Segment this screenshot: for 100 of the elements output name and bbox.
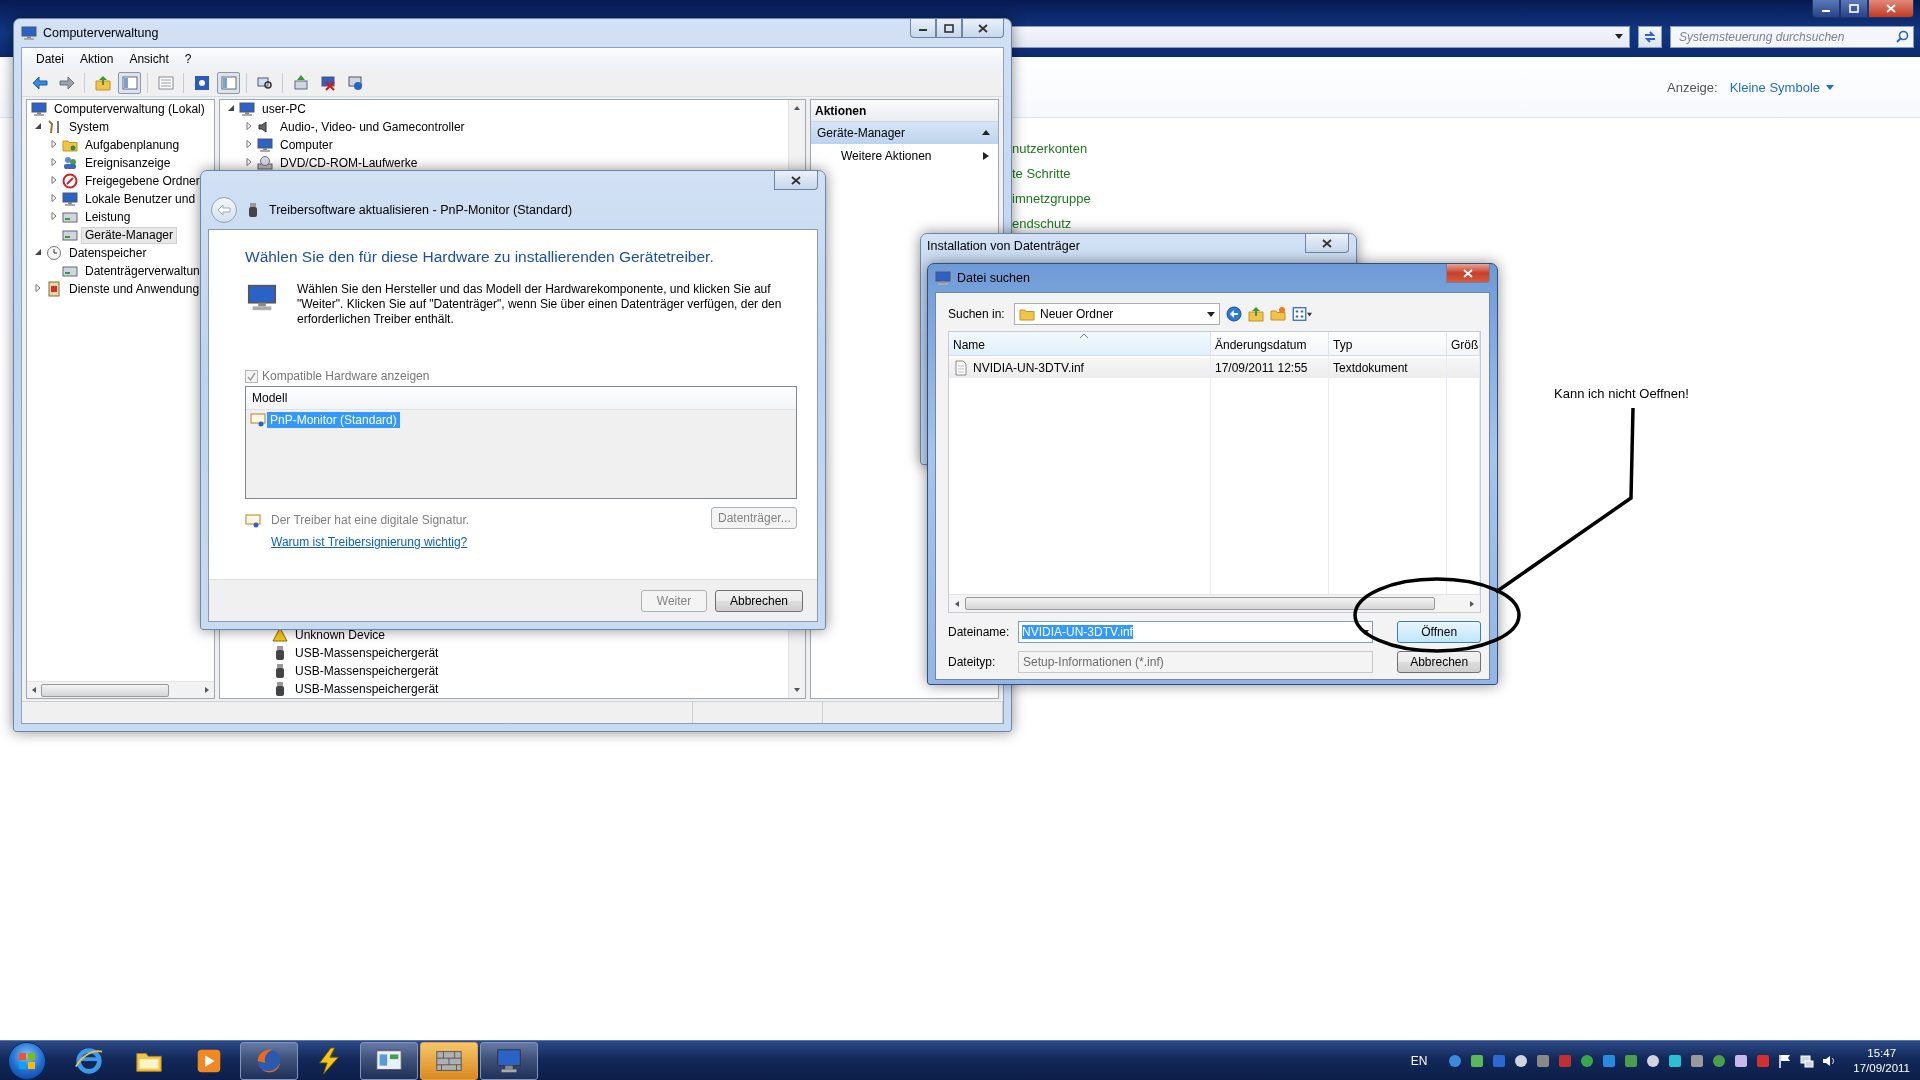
tree-item[interactable]: USB-Massenspeichergerät [291, 644, 443, 662]
dropdown-arrow-icon[interactable] [1615, 34, 1623, 39]
look-in-dropdown[interactable]: Neuer Ordner [1014, 303, 1220, 325]
tree-item[interactable]: Datenträgerverwaltun [81, 262, 204, 280]
tray-icon[interactable] [1601, 1052, 1618, 1069]
menu-item[interactable]: ? [176, 51, 200, 66]
maximize-button[interactable] [936, 19, 962, 38]
close-icon [1886, 4, 1896, 13]
back-arrow-icon [31, 74, 48, 91]
collapse-arrow-icon[interactable] [226, 103, 236, 113]
minimize-button[interactable] [1812, 0, 1840, 18]
menu-item[interactable]: Aktion [72, 51, 122, 66]
close-button[interactable] [1868, 0, 1914, 18]
close-button[interactable] [962, 19, 1004, 38]
collapse-arrow-icon[interactable] [33, 121, 43, 131]
tree-item[interactable]: USB-Massenspeichergerät [291, 680, 443, 698]
close-button[interactable] [774, 171, 818, 190]
scrollbar-thumb[interactable] [965, 597, 1435, 610]
tray-icon[interactable] [1667, 1052, 1684, 1069]
expand-arrow-icon[interactable] [33, 283, 43, 293]
minimize-button[interactable] [910, 19, 936, 38]
close-icon [1463, 268, 1473, 278]
language-indicator[interactable]: EN [1410, 1053, 1428, 1068]
column-header[interactable]: Größ [1447, 332, 1480, 356]
category-link[interactable]: imnetzgruppe [1012, 191, 1920, 207]
tray-icon[interactable] [1447, 1052, 1464, 1069]
scroll-arrow-icon[interactable] [953, 599, 961, 608]
forward-arrow-icon [58, 74, 75, 91]
filetype-dropdown[interactable]: Setup-Informationen (*.inf) [1018, 651, 1374, 673]
column-header[interactable]: Name [949, 332, 1211, 356]
tray-icon[interactable] [1623, 1052, 1640, 1069]
filename-label: Dateiname: [948, 625, 1010, 639]
computer-icon [62, 191, 78, 207]
close-button[interactable] [1305, 234, 1349, 253]
scan-icon [256, 74, 273, 91]
wizard-title: Treibersoftware aktualisieren - PnP-Monitor (Standard) [269, 203, 573, 217]
scroll-arrow-icon[interactable] [793, 686, 801, 694]
collapse-arrow-icon[interactable] [33, 247, 43, 257]
tray-icon[interactable] [1733, 1052, 1750, 1069]
scroll-arrow-icon[interactable] [1468, 599, 1476, 608]
menu-item[interactable]: Datei [28, 51, 72, 66]
refresh-icon [1643, 29, 1657, 44]
tray-icon[interactable] [1469, 1052, 1486, 1069]
address-field[interactable] [1012, 25, 1630, 48]
column-header[interactable]: Modell [252, 391, 288, 405]
new-folder-icon [1270, 306, 1286, 322]
restore-button[interactable] [1840, 0, 1868, 18]
tree-item[interactable]: Lokale Benutzer und [81, 190, 200, 208]
cancel-button[interactable]: Abbrechen [1397, 651, 1481, 673]
scroll-arrow-icon[interactable] [30, 686, 38, 694]
category-link[interactable]: nutzerkonten [1012, 141, 1920, 157]
tree-item[interactable]: user-PC [258, 100, 310, 118]
column-header[interactable]: Änderungsdatum [1211, 332, 1329, 356]
view-label: Anzeige: [1667, 79, 1718, 95]
tray-icon[interactable] [1535, 1052, 1552, 1069]
maximize-icon [944, 23, 954, 33]
tree-item[interactable]: Unknown Device [291, 626, 390, 644]
menu-item[interactable]: Ansicht [121, 51, 177, 66]
scrollbar-thumb[interactable] [41, 683, 169, 697]
dropdown-arrow-icon[interactable] [1207, 311, 1215, 317]
view-dropdown[interactable]: Kleine Symbole [1729, 79, 1834, 95]
tree-item[interactable]: Leistung [81, 208, 135, 226]
scroll-arrow-icon[interactable] [793, 104, 801, 112]
open-button[interactable]: Öffnen [1397, 621, 1481, 643]
action-item[interactable]: Weitere Aktionen [811, 144, 998, 168]
help-icon [193, 74, 210, 91]
tree-item[interactable]: Geräte-Manager [81, 226, 178, 244]
tree-item[interactable]: Dienste und Anwendung [65, 280, 204, 298]
actions-section[interactable]: Geräte-Manager [811, 122, 998, 144]
pane-icon [121, 74, 138, 91]
model-list[interactable]: Modell PnP-Monitor (Standard) [245, 386, 797, 499]
tree-item[interactable]: Freigegebene Ordner [81, 172, 204, 190]
tree-item[interactable]: Aufgabenplanung [81, 136, 184, 154]
tray-icon[interactable] [1513, 1052, 1530, 1069]
tray-icon[interactable] [1579, 1052, 1596, 1069]
start-button[interactable] [8, 1041, 46, 1080]
tree-item[interactable]: Ereignisanzeige [81, 154, 175, 172]
help-link[interactable]: Warum ist Treibersignierung wichtig? [271, 535, 468, 549]
tree-item[interactable]: Computer [276, 136, 337, 154]
scroll-arrow-icon[interactable] [203, 686, 211, 694]
column-header[interactable]: Typ [1329, 332, 1447, 356]
maximize-icon [1849, 4, 1859, 13]
refresh-button[interactable] [1638, 25, 1662, 48]
category-link[interactable]: te Schritte [1012, 166, 1920, 182]
search-field[interactable]: Systemsteuerung durchsuchen [1670, 25, 1914, 48]
tray-icon[interactable] [1711, 1052, 1728, 1069]
tree-item[interactable]: Datenspeicher [65, 244, 151, 262]
tree-item[interactable]: Audio-, Video- und Gamecontroller [276, 118, 469, 136]
tray-icon[interactable] [1689, 1052, 1706, 1069]
tree-item[interactable]: DVD/CD-ROM-Laufwerke [276, 154, 422, 172]
tree-item[interactable]: USB-Massenspeichergerät [291, 662, 443, 680]
category-link[interactable]: endschutz [1012, 216, 1920, 232]
taskbar-button[interactable] [360, 1041, 418, 1080]
clock[interactable]: 15:47 17/09/2011 [1853, 1045, 1910, 1076]
tree-item[interactable]: Computerverwaltung (Lokal) [50, 100, 209, 118]
tray-icon[interactable] [1645, 1052, 1662, 1069]
file-name-cell[interactable]: NVIDIA-UN-3DTV.inf [949, 358, 1210, 378]
network-icon[interactable] [1799, 1052, 1816, 1069]
dialog-button[interactable]: Abbrechen [715, 589, 803, 612]
tree-item[interactable]: System [65, 118, 113, 136]
